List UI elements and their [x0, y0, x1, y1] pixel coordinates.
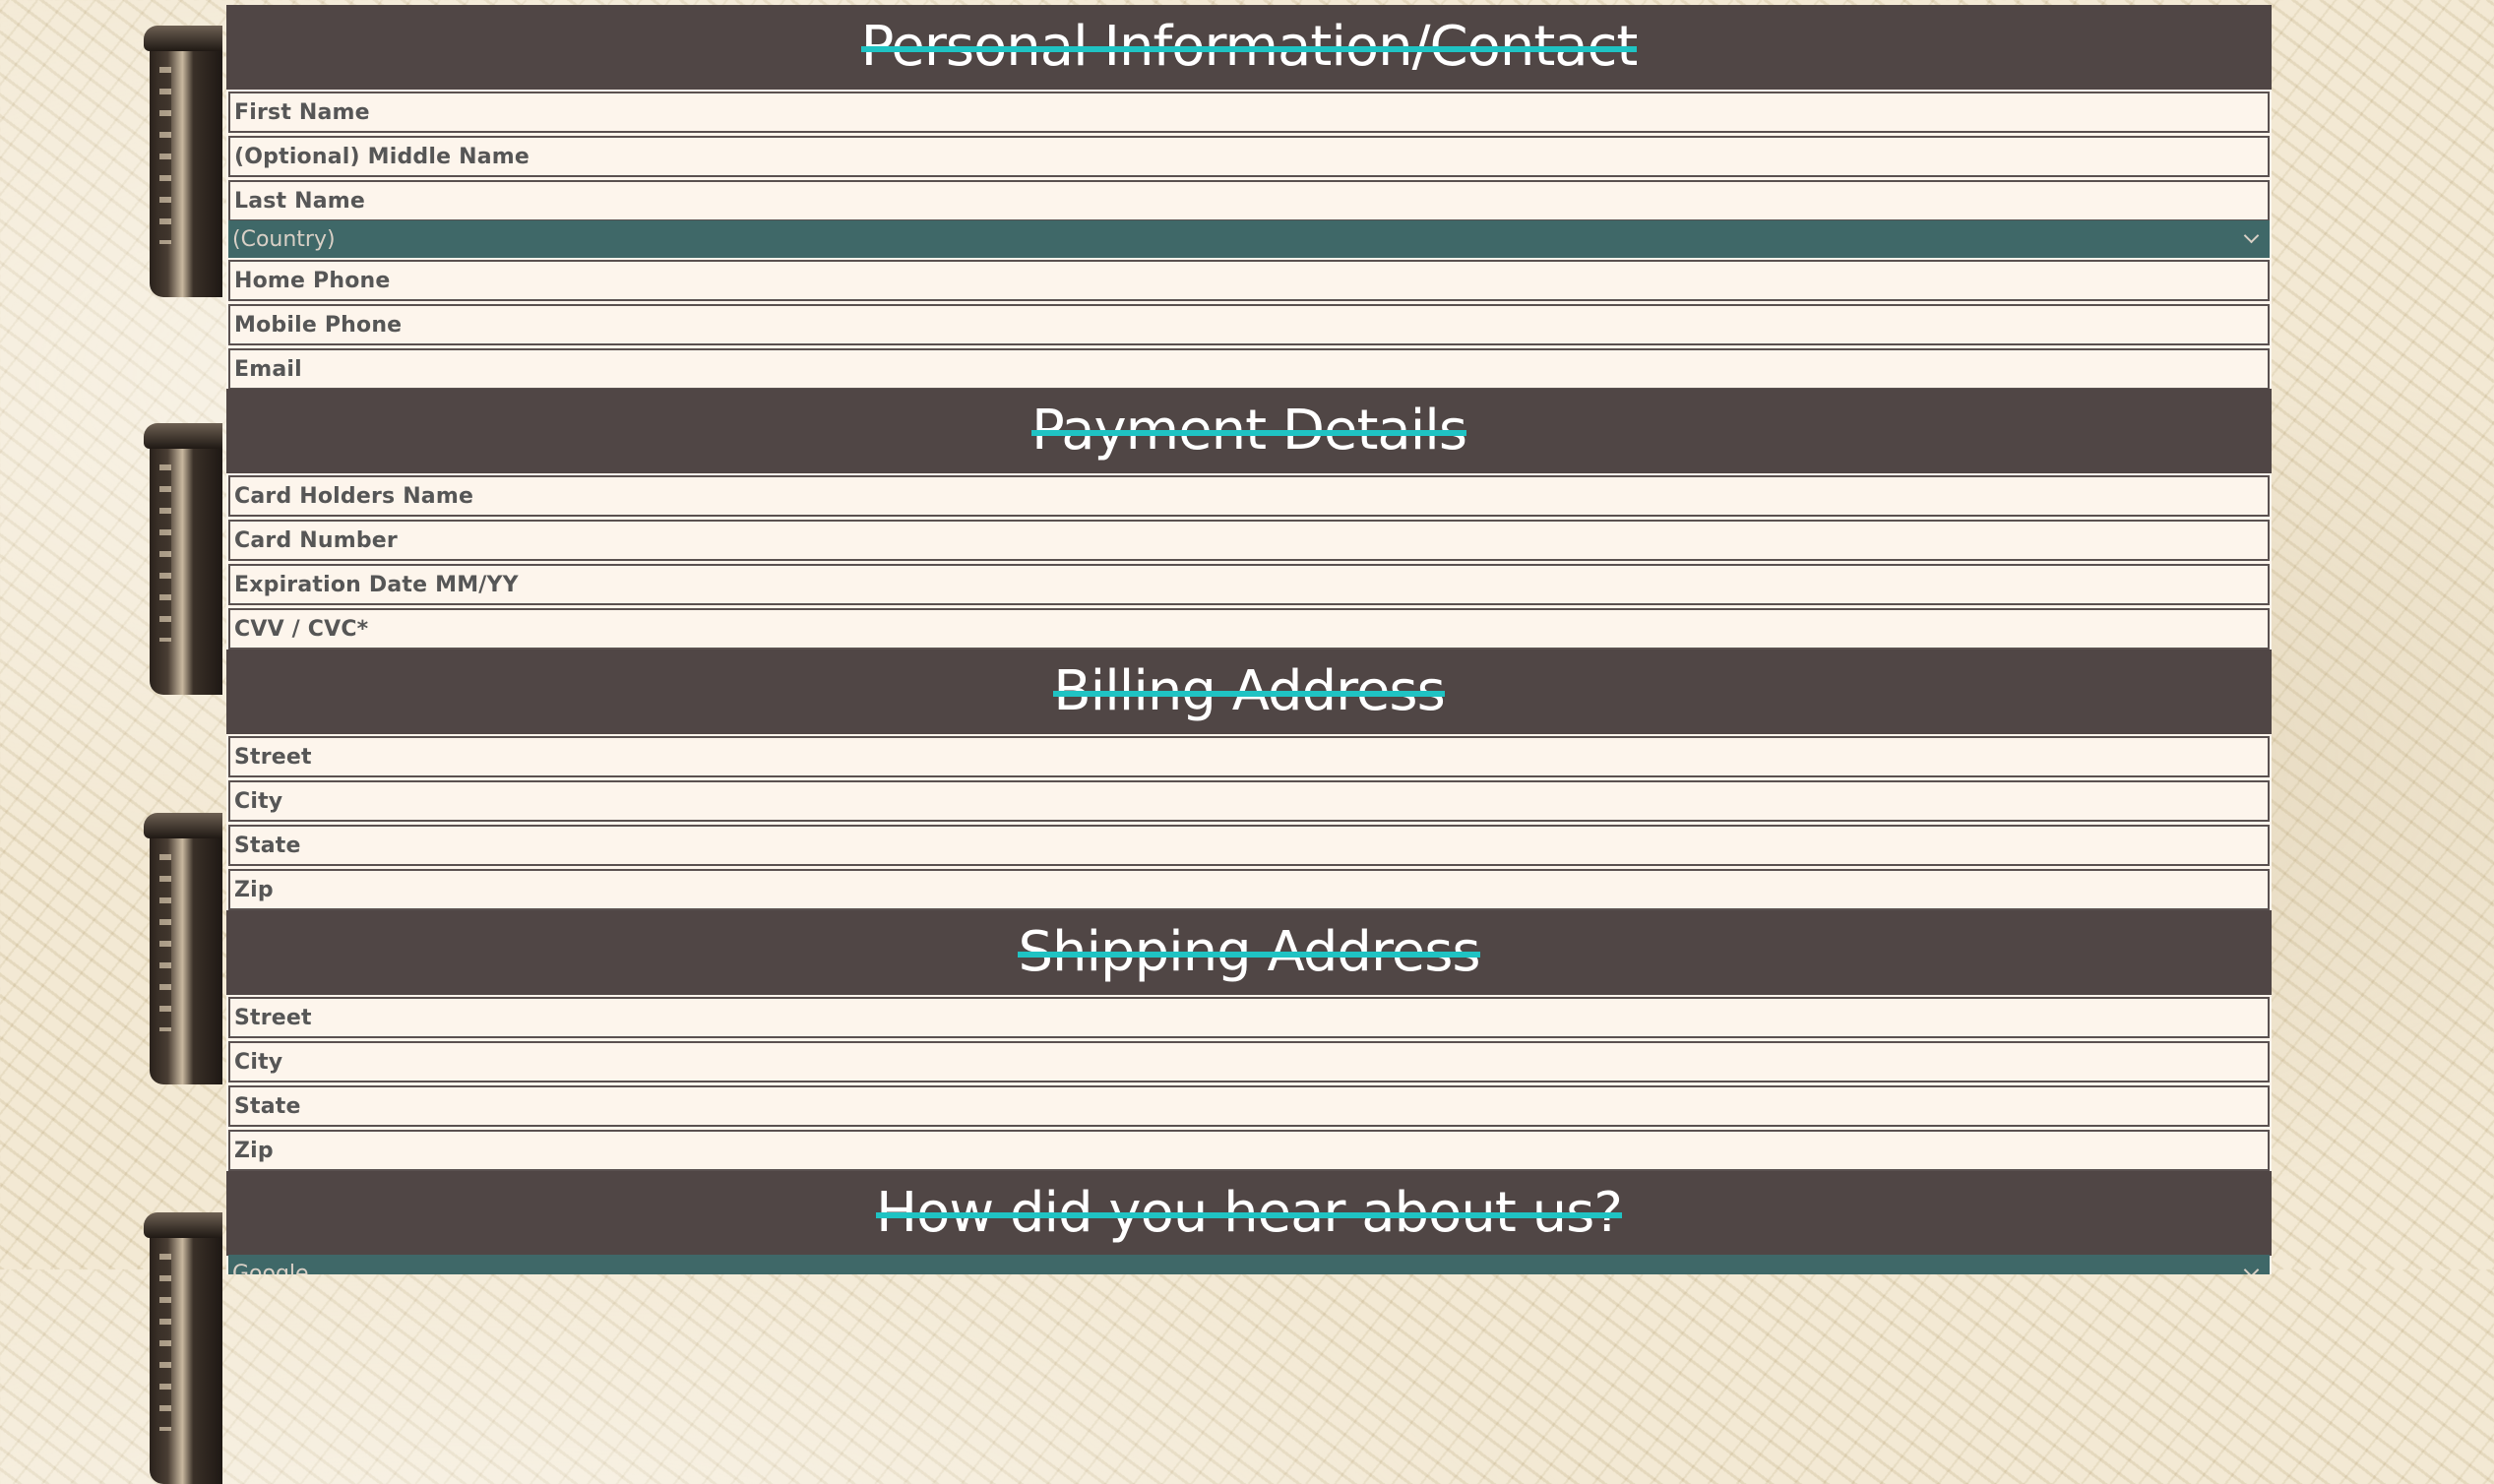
field-placeholder: (Optional) Middle Name — [234, 144, 530, 169]
cvv-field[interactable]: CVV / CVC* — [228, 608, 2270, 649]
country-select[interactable]: (Country) — [228, 220, 2270, 258]
field-placeholder: First Name — [234, 99, 370, 125]
section-header-payment: Payment Details — [226, 389, 2272, 473]
card-holder-field[interactable]: Card Holders Name — [228, 475, 2270, 517]
shipping-state-field[interactable]: State — [228, 1085, 2270, 1127]
section-header-billing: Billing Address — [226, 649, 2272, 734]
referral-select[interactable]: Google — [228, 1255, 2270, 1274]
trash-can-icon — [144, 813, 222, 1084]
field-placeholder: CVV / CVC* — [234, 616, 369, 642]
field-placeholder: City — [234, 1049, 283, 1075]
section-title: Shipping Address — [1018, 920, 1481, 984]
billing-state-field[interactable]: State — [228, 825, 2270, 866]
field-placeholder: State — [234, 833, 301, 858]
chevron-down-icon — [2238, 226, 2264, 252]
field-placeholder: Mobile Phone — [234, 312, 403, 338]
section-title: Billing Address — [1053, 659, 1446, 723]
field-placeholder: Expiration Date MM/YY — [234, 572, 519, 597]
billing-city-field[interactable]: City — [228, 780, 2270, 822]
section-header-personal: Personal Information/Contact — [226, 5, 2272, 90]
mobile-phone-field[interactable]: Mobile Phone — [228, 304, 2270, 345]
billing-zip-field[interactable]: Zip — [228, 869, 2270, 910]
middle-name-field[interactable]: (Optional) Middle Name — [228, 136, 2270, 177]
section-header-referral: How did you hear about us? — [226, 1171, 2272, 1256]
card-number-field[interactable]: Card Number — [228, 520, 2270, 561]
last-name-field[interactable]: Last Name — [228, 180, 2270, 221]
shipping-street-field[interactable]: Street — [228, 997, 2270, 1038]
section-title: Personal Information/Contact — [860, 15, 1638, 79]
field-placeholder: City — [234, 788, 283, 814]
email-field[interactable]: Email — [228, 348, 2270, 390]
field-placeholder: Zip — [234, 1138, 274, 1163]
first-name-field[interactable]: First Name — [228, 92, 2270, 133]
field-placeholder: Card Holders Name — [234, 483, 474, 509]
section-header-shipping: Shipping Address — [226, 910, 2272, 995]
checkout-form: Personal Information/Contact First Name … — [226, 5, 2272, 1274]
field-placeholder: Street — [234, 744, 312, 770]
expiration-field[interactable]: Expiration Date MM/YY — [228, 564, 2270, 605]
billing-street-field[interactable]: Street — [228, 736, 2270, 777]
shipping-zip-field[interactable]: Zip — [228, 1130, 2270, 1171]
chevron-down-icon — [2238, 1261, 2264, 1274]
field-placeholder: Last Name — [234, 188, 366, 214]
home-phone-field[interactable]: Home Phone — [228, 260, 2270, 301]
field-placeholder: Card Number — [234, 527, 398, 553]
shipping-city-field[interactable]: City — [228, 1041, 2270, 1082]
select-value: Google — [232, 1261, 309, 1275]
trash-can-icon — [144, 1212, 222, 1484]
section-title: Payment Details — [1030, 399, 1467, 463]
field-placeholder: Email — [234, 356, 302, 382]
select-value: (Country) — [232, 226, 336, 252]
field-placeholder: Street — [234, 1005, 312, 1030]
section-title: How did you hear about us? — [876, 1181, 1623, 1245]
field-placeholder: Zip — [234, 877, 274, 902]
field-placeholder: State — [234, 1093, 301, 1119]
trash-can-icon — [144, 26, 222, 297]
field-placeholder: Home Phone — [234, 268, 391, 293]
trash-can-icon — [144, 423, 222, 695]
